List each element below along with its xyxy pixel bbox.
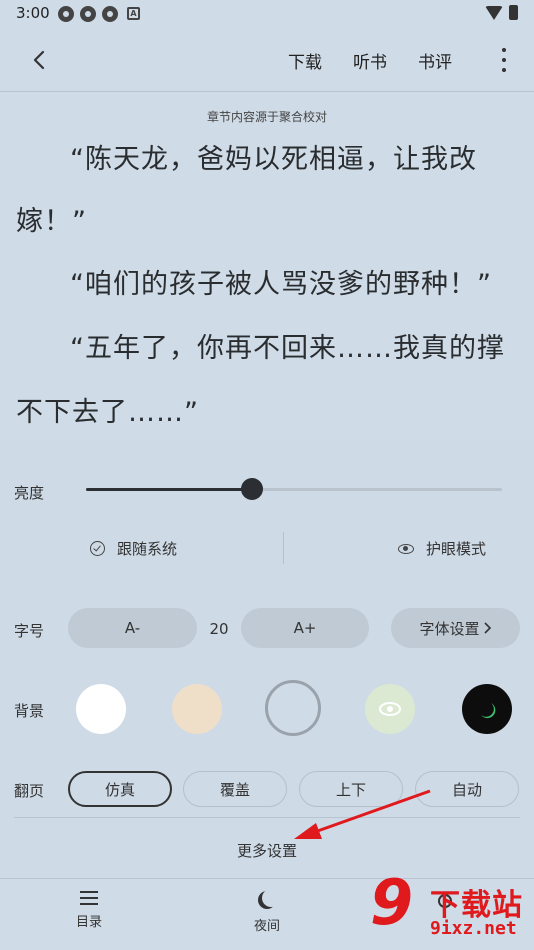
nav-toc[interactable]: 目录 xyxy=(59,891,119,930)
chevron-right-icon xyxy=(483,622,491,634)
moon-icon xyxy=(262,889,280,907)
eye-icon xyxy=(398,543,414,554)
more-settings-button[interactable]: 更多设置 xyxy=(0,840,534,861)
page-turn-simulation[interactable]: 仿真 xyxy=(68,771,172,807)
watermark-url: 9ixz.net xyxy=(430,918,517,939)
background-swatch-beige[interactable] xyxy=(172,684,222,734)
follow-system-option[interactable]: 跟随系统 xyxy=(90,538,177,559)
background-swatch-blue[interactable] xyxy=(265,680,321,736)
brightness-label: 亮度 xyxy=(14,484,45,502)
nav-toc-label: 目录 xyxy=(75,915,102,930)
page-turn-scroll[interactable]: 上下 xyxy=(299,771,403,807)
font-decrease-button[interactable]: A- xyxy=(68,608,197,648)
a-notification-icon: A xyxy=(127,7,140,20)
top-toolbar: 下载 听书 书评 xyxy=(0,28,534,92)
nav-night[interactable]: 夜间 xyxy=(237,891,297,934)
section-divider xyxy=(14,817,520,818)
check-circle-icon xyxy=(90,541,105,556)
menu-icon xyxy=(80,891,98,905)
nav-night-label: 夜间 xyxy=(253,919,280,934)
wifi-icon xyxy=(485,5,503,20)
app-notification-icon xyxy=(58,6,74,22)
moon-icon xyxy=(481,703,496,719)
back-arrow-icon[interactable] xyxy=(26,46,54,74)
download-button[interactable]: 下载 xyxy=(288,48,322,73)
font-increase-button[interactable]: A+ xyxy=(241,608,369,648)
eye-care-option[interactable]: 护眼模式 xyxy=(398,538,486,559)
system-icons xyxy=(485,5,518,20)
status-bar: 3:00 A xyxy=(0,0,534,28)
reader-settings-panel xyxy=(0,440,534,878)
app-notification-icon xyxy=(80,6,96,22)
reader-line: 嫁！” xyxy=(16,206,87,237)
review-button[interactable]: 书评 xyxy=(418,48,452,73)
background-swatch-black[interactable] xyxy=(462,684,512,734)
reader-line: “咱们的孩子被人骂没爹的野种！” xyxy=(70,269,492,300)
chapter-source-note: 章节内容源于聚合校对 xyxy=(206,110,327,124)
status-time: 3:00 xyxy=(16,4,50,22)
eye-icon xyxy=(379,702,401,716)
brightness-slider-fill xyxy=(86,488,253,491)
page-turn-label: 翻页 xyxy=(14,782,45,800)
options-divider xyxy=(283,532,284,564)
reader-line: “五年了，你再不回来……我真的撑 xyxy=(70,333,505,364)
site-watermark: 9 下载站 9ixz.net xyxy=(364,870,534,950)
font-settings-button[interactable]: 字体设置 xyxy=(391,608,520,648)
reader-line: “陈天龙，爸妈以死相逼，让我改 xyxy=(70,144,477,175)
listen-button[interactable]: 听书 xyxy=(353,48,387,73)
reader-line: 不下去了……” xyxy=(16,397,199,428)
font-settings-label: 字体设置 xyxy=(419,619,480,638)
eye-care-label: 护眼模式 xyxy=(426,540,487,558)
display-options-row: 跟随系统 护眼模式 xyxy=(0,532,534,566)
font-size-value: 20 xyxy=(209,620,229,638)
app-notification-icon xyxy=(102,6,118,22)
background-swatch-green[interactable] xyxy=(365,684,415,734)
background-label: 背景 xyxy=(14,702,45,720)
more-options-icon[interactable] xyxy=(496,46,512,74)
font-size-label: 字号 xyxy=(14,622,45,640)
notification-icons: A xyxy=(58,6,140,22)
background-swatch-white[interactable] xyxy=(76,684,126,734)
page-turn-cover[interactable]: 覆盖 xyxy=(183,771,287,807)
watermark-logo-number: 9 xyxy=(370,866,414,939)
follow-system-label: 跟随系统 xyxy=(117,540,178,558)
battery-icon xyxy=(509,5,518,20)
brightness-slider[interactable] xyxy=(86,478,502,500)
page-turn-auto[interactable]: 自动 xyxy=(415,771,519,807)
